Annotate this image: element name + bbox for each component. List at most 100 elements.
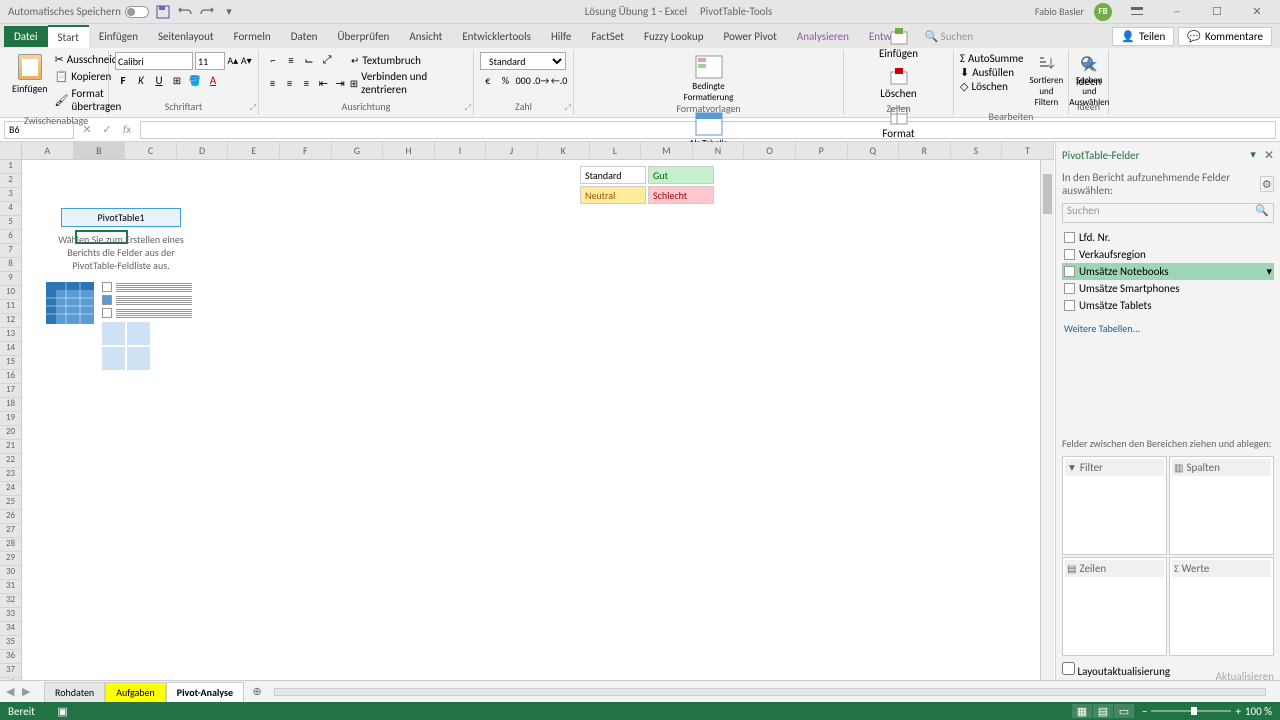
row-header[interactable]: 15 [0,356,21,370]
row-header[interactable]: 22 [0,454,21,468]
tab-einfuegen[interactable]: Einfügen [89,26,148,47]
wrap-text-button[interactable]: ↵ Textumbruch [351,54,421,67]
font-name-select[interactable] [115,52,193,70]
fill-button[interactable]: ⬇ Ausfüllen [960,66,1023,79]
row-header[interactable]: 23 [0,468,21,482]
percent-icon[interactable]: % [498,72,514,88]
vertical-scrollbar[interactable] [1040,160,1054,680]
tab-seitenlayout[interactable]: Seitenlayout [148,26,224,47]
comments-button[interactable]: 💬 Kommentare [1178,27,1272,46]
row-header[interactable]: 25 [0,496,21,510]
font-size-select[interactable] [195,52,225,70]
align-middle-icon[interactable]: ≡ [283,52,299,68]
row-header[interactable]: 35 [0,636,21,650]
pane-dropdown-icon[interactable]: ▾ [1250,148,1256,163]
autosave-toggle[interactable]: Automatisches Speichern [8,5,149,18]
align-launcher-icon[interactable]: ⤢ [465,103,471,113]
paste-button[interactable]: Einfügen [10,52,50,97]
cond-format-button[interactable]: Bedingte Formatierung [580,52,837,105]
field-umsaetze-smartphones[interactable]: Umsätze Smartphones [1062,280,1274,297]
row-header[interactable]: 5 [0,216,21,230]
add-sheet-icon[interactable]: ⊕ [248,683,266,701]
dec-decimal-icon[interactable]: ←.0 [551,72,567,88]
tab-factset[interactable]: FactSet [581,26,634,47]
row-header[interactable]: 18 [0,398,21,412]
col-header[interactable]: N [693,142,745,159]
undo-icon[interactable] [177,4,193,20]
tab-ansicht[interactable]: Ansicht [399,26,452,47]
clipboard-launcher-icon[interactable]: ⤢ [100,103,106,113]
col-header[interactable]: L [590,142,642,159]
underline-button[interactable]: U [151,72,167,88]
tab-analysieren[interactable]: Analysieren [787,26,859,47]
inc-decimal-icon[interactable]: .0→ [533,72,549,88]
insert-cells-button[interactable]: Einfügen [850,24,947,62]
tab-formeln[interactable]: Formeln [224,26,281,47]
zoom-level[interactable]: 100 % [1245,705,1272,718]
redo-icon[interactable] [199,4,215,20]
share-button[interactable]: 👤 Teilen [1112,27,1174,46]
col-header[interactable]: D [177,142,229,159]
row-header[interactable]: 4 [0,202,21,216]
view-normal-icon[interactable]: ▦ [1072,704,1092,718]
col-header[interactable]: M [641,142,693,159]
col-header[interactable]: K [538,142,590,159]
align-left-icon[interactable]: ≡ [265,75,280,91]
columns-area[interactable]: ▥ Spalten [1169,456,1274,555]
tab-daten[interactable]: Daten [281,26,328,47]
row-header[interactable]: 12 [0,314,21,328]
row-header[interactable]: 8 [0,258,21,272]
filter-area[interactable]: ▼ Filter [1062,456,1167,555]
row-header[interactable]: 16 [0,370,21,384]
save-icon[interactable] [155,4,171,20]
col-header[interactable]: S [951,142,1003,159]
orientation-icon[interactable]: ⤢ [319,52,335,68]
pane-close-icon[interactable]: ✕ [1264,148,1274,163]
sheet-tab-rohdaten[interactable]: Rohdaten [44,682,105,702]
row-header[interactable]: 3 [0,188,21,202]
zoom-out-icon[interactable]: − [1142,705,1147,718]
close-button[interactable]: ✕ [1242,2,1272,22]
row-header[interactable]: 31 [0,580,21,594]
values-area[interactable]: Σ Werte [1169,557,1274,656]
fill-color-button[interactable]: 🪣 [187,72,203,88]
macro-record-icon[interactable]: ▣ [57,705,67,718]
col-header[interactable]: C [125,142,177,159]
tab-entwicklertools[interactable]: Entwicklertools [452,26,541,47]
col-header[interactable]: T [1002,142,1054,159]
field-umsaetze-tablets[interactable]: Umsätze Tablets [1062,297,1274,314]
indent-dec-icon[interactable]: ⇤ [316,75,331,91]
zoom-slider[interactable] [1151,710,1231,712]
row-header[interactable]: 30 [0,566,21,580]
row-header[interactable]: 10 [0,286,21,300]
row-header[interactable]: 32 [0,594,21,608]
field-verkaufsregion[interactable]: Verkaufsregion [1062,246,1274,263]
row-header[interactable]: 36 [0,650,21,664]
view-break-icon[interactable]: ▭ [1114,704,1134,718]
sort-filter-button[interactable]: Sortieren und Filtern [1028,52,1066,110]
font-color-button[interactable]: A [205,72,221,88]
minimize-button[interactable]: ─ [1162,2,1192,22]
tab-ueberpruefen[interactable]: Überprüfen [327,26,399,47]
field-lfdnr[interactable]: Lfd. Nr. [1062,229,1274,246]
row-header[interactable]: 1 [0,160,21,174]
font-launcher-icon[interactable]: ⤢ [250,103,256,113]
row-header[interactable]: 9 [0,272,21,286]
row-header[interactable]: 34 [0,622,21,636]
more-tables-link[interactable]: Weitere Tabellen... [1062,320,1274,337]
col-header[interactable]: F [280,142,332,159]
row-header[interactable]: 24 [0,482,21,496]
autosum-button[interactable]: Σ AutoSumme [960,52,1023,65]
qat-more-icon[interactable]: ▾ [221,4,237,20]
delete-cells-button[interactable]: Löschen [850,64,947,102]
sheet-tab-pivot-analyse[interactable]: Pivot-Analyse [166,682,244,702]
row-header[interactable]: 21 [0,440,21,454]
row-header[interactable]: 6 [0,230,21,244]
row-header[interactable]: 28 [0,538,21,552]
bold-button[interactable]: F [115,72,131,88]
rows-area[interactable]: ▤ Zeilen [1062,557,1167,656]
fx-icon[interactable]: fx [118,121,136,139]
sheet-tab-aufgaben[interactable]: Aufgaben [105,682,166,702]
row-header[interactable]: 33 [0,608,21,622]
align-center-icon[interactable]: ≡ [282,75,297,91]
